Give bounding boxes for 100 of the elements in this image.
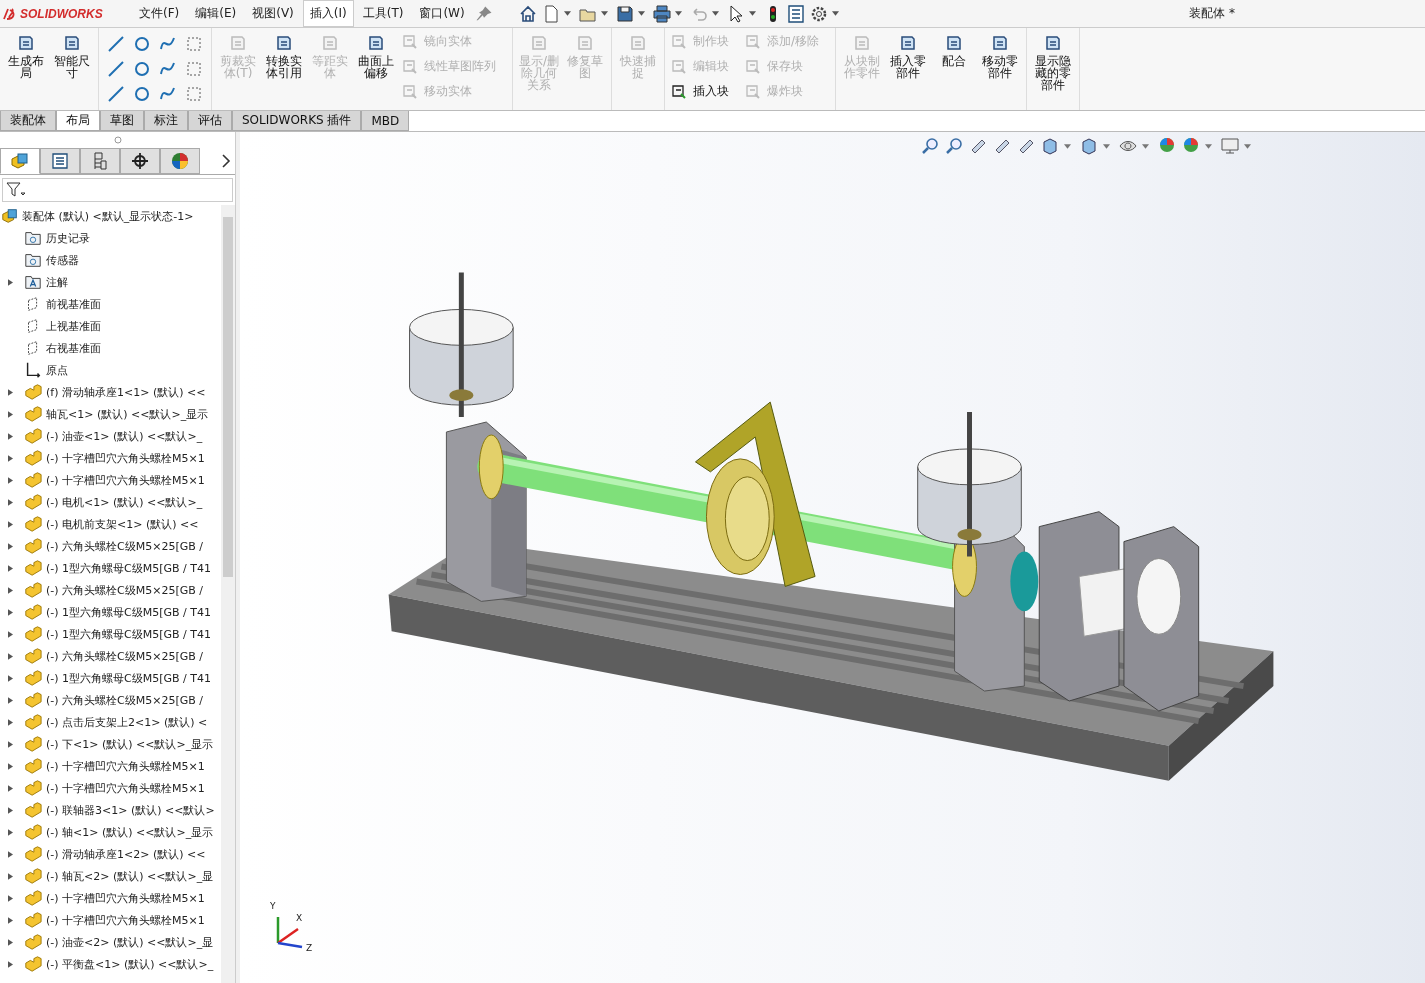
expand-arrow-icon[interactable]: [7, 960, 13, 968]
ribbon-button[interactable]: 配合: [932, 31, 977, 69]
ribbon-button[interactable]: 插入块: [669, 81, 731, 102]
dropdown-arrow-icon[interactable]: [711, 11, 719, 16]
tree-item[interactable]: (-) 滑动轴承座1<2> (默认) <<: [46, 846, 206, 862]
tree-item[interactable]: (-) 十字槽凹穴六角头螺栓M5×1: [46, 472, 205, 488]
expand-arrow-icon[interactable]: [7, 740, 13, 748]
command-tab[interactable]: SOLIDWORKS 插件: [232, 111, 362, 131]
save-icon[interactable]: [614, 3, 635, 24]
expand-arrow-icon[interactable]: [7, 388, 13, 396]
tree-item[interactable]: 前视基准面: [46, 296, 101, 312]
expand-arrow-icon[interactable]: [7, 916, 13, 924]
tree-item[interactable]: (-) 1型六角螺母C级M5[GB / T41: [46, 560, 211, 576]
filter-field[interactable]: [2, 178, 233, 202]
ribbon-button[interactable]: 移动零部件: [978, 31, 1023, 81]
dropdown-arrow-icon[interactable]: [563, 11, 571, 16]
expand-arrow-icon[interactable]: [7, 498, 13, 506]
expand-arrow-icon[interactable]: [7, 278, 13, 286]
expand-arrow-icon[interactable]: [7, 586, 13, 594]
expand-arrow-icon[interactable]: [7, 542, 13, 550]
dropdown-arrow-icon[interactable]: [1142, 143, 1149, 149]
expand-arrow-icon[interactable]: [7, 476, 13, 484]
ribbon-button[interactable]: 显示隐藏的零部件: [1031, 31, 1076, 93]
ribbon-button[interactable]: 插入零部件: [886, 31, 931, 81]
command-tab[interactable]: MBD: [361, 111, 410, 131]
tree-item[interactable]: (-) 平衡盘<1> (默认) <<默认>_: [46, 956, 214, 972]
command-tab[interactable]: 布局: [56, 111, 100, 131]
tree-item[interactable]: (-) 十字槽凹穴六角头螺栓M5×1: [46, 780, 205, 796]
tree-item[interactable]: (-) 十字槽凹穴六角头螺栓M5×1: [46, 912, 205, 928]
command-tab[interactable]: 评估: [188, 111, 232, 131]
tree-item[interactable]: 右视基准面: [46, 340, 101, 356]
menu-item[interactable]: 窗口(W): [412, 0, 472, 27]
tree-item[interactable]: 历史记录: [46, 230, 90, 246]
command-tab[interactable]: 标注: [144, 111, 188, 131]
splitter-handle-icon[interactable]: [113, 136, 122, 144]
tree-item[interactable]: (-) 六角头螺栓C级M5×25[GB /: [46, 538, 203, 554]
tree-item[interactable]: (-) 1型六角螺母C级M5[GB / T41: [46, 604, 211, 620]
tree-item[interactable]: (-) 联轴器3<1> (默认) <<默认>: [46, 802, 215, 818]
scrollbar[interactable]: [221, 205, 235, 983]
sketch-tool-icon[interactable]: [106, 58, 126, 79]
menu-item[interactable]: 插入(I): [302, 0, 354, 27]
print-icon[interactable]: [651, 3, 672, 24]
dropdown-arrow-icon[interactable]: [831, 11, 839, 16]
ribbon-button[interactable]: 曲面上偏移: [354, 31, 398, 81]
tree-item[interactable]: (-) 十字槽凹穴六角头螺栓M5×1: [46, 758, 205, 774]
expand-arrow-icon[interactable]: [7, 630, 13, 638]
tree-item[interactable]: (-) 六角头螺栓C级M5×25[GB /: [46, 692, 203, 708]
expand-arrow-icon[interactable]: [7, 652, 13, 660]
tree-item[interactable]: 轴瓦<1> (默认) <<默认>_显示: [46, 406, 209, 422]
dropdown-arrow-icon[interactable]: [1103, 143, 1110, 149]
panel-tab[interactable]: [120, 148, 160, 174]
ribbon-button[interactable]: 智能尺寸: [50, 31, 94, 81]
tree-item[interactable]: (-) 电机前支架<1> (默认) <<: [46, 516, 199, 532]
expand-arrow-icon[interactable]: [7, 828, 13, 836]
command-tab[interactable]: 装配体: [0, 111, 56, 131]
ribbon-button[interactable]: 生成布局: [4, 31, 48, 81]
tree-item[interactable]: 装配体 (默认) <默认_显示状态-1>: [22, 208, 194, 224]
dropdown-arrow-icon[interactable]: [1244, 143, 1251, 149]
dropdown-arrow-icon[interactable]: [674, 11, 682, 16]
tree-item[interactable]: 注解: [46, 274, 68, 290]
tree-item[interactable]: (-) 十字槽凹穴六角头螺栓M5×1: [46, 450, 205, 466]
tree-item[interactable]: (-) 1型六角螺母C级M5[GB / T41: [46, 670, 211, 686]
command-tab[interactable]: 草图: [100, 111, 144, 131]
menu-item[interactable]: 编辑(E): [188, 0, 244, 27]
menu-item[interactable]: 工具(T): [355, 0, 411, 27]
dropdown-arrow-icon[interactable]: [600, 11, 608, 16]
expand-arrow-icon[interactable]: [7, 410, 13, 418]
list-icon[interactable]: [785, 3, 806, 24]
expand-arrow-icon[interactable]: [7, 806, 13, 814]
dropdown-arrow-icon[interactable]: [637, 11, 645, 16]
zoom-area-icon[interactable]: [944, 136, 964, 156]
zoom-to-fit-icon[interactable]: [920, 136, 940, 156]
expand-arrow-icon[interactable]: [7, 696, 13, 704]
expand-arrow-icon[interactable]: [7, 938, 13, 946]
tree-item[interactable]: (-) 下<1> (默认) <<默认>_显示: [46, 736, 214, 752]
menu-item[interactable]: 文件(F): [132, 0, 187, 27]
dropdown-arrow-icon[interactable]: [1064, 143, 1071, 149]
dropdown-arrow-icon[interactable]: [748, 11, 756, 16]
tree-item[interactable]: (-) 轴瓦<2> (默认) <<默认>_显: [46, 868, 214, 884]
expand-arrow-icon[interactable]: [7, 762, 13, 770]
expand-arrow-icon[interactable]: [7, 564, 13, 572]
dropdown-arrow-icon[interactable]: [1205, 143, 1212, 149]
tree-item[interactable]: (-) 电机<1> (默认) <<默认>_: [46, 494, 203, 510]
tree-item[interactable]: 传感器: [46, 252, 79, 268]
chevron-right-icon[interactable]: [221, 154, 231, 168]
expand-arrow-icon[interactable]: [7, 432, 13, 440]
tree-item[interactable]: (-) 十字槽凹穴六角头螺栓M5×1: [46, 890, 205, 906]
expand-arrow-icon[interactable]: [7, 608, 13, 616]
menu-item[interactable]: 视图(V): [245, 0, 301, 27]
expand-arrow-icon[interactable]: [7, 454, 13, 462]
expand-arrow-icon[interactable]: [7, 718, 13, 726]
tree-item[interactable]: (-) 六角头螺栓C级M5×25[GB /: [46, 648, 203, 664]
expand-arrow-icon[interactable]: [7, 850, 13, 858]
tree-item[interactable]: 上视基准面: [46, 318, 101, 334]
expand-arrow-icon[interactable]: [7, 784, 13, 792]
expand-arrow-icon[interactable]: [7, 894, 13, 902]
tree-item[interactable]: 原点: [46, 362, 68, 378]
sketch-tool-icon[interactable]: [106, 83, 126, 104]
ribbon-button[interactable]: 转换实体引用: [262, 31, 306, 81]
tree-item[interactable]: (f) 滑动轴承座1<1> (默认) <<: [46, 384, 206, 400]
